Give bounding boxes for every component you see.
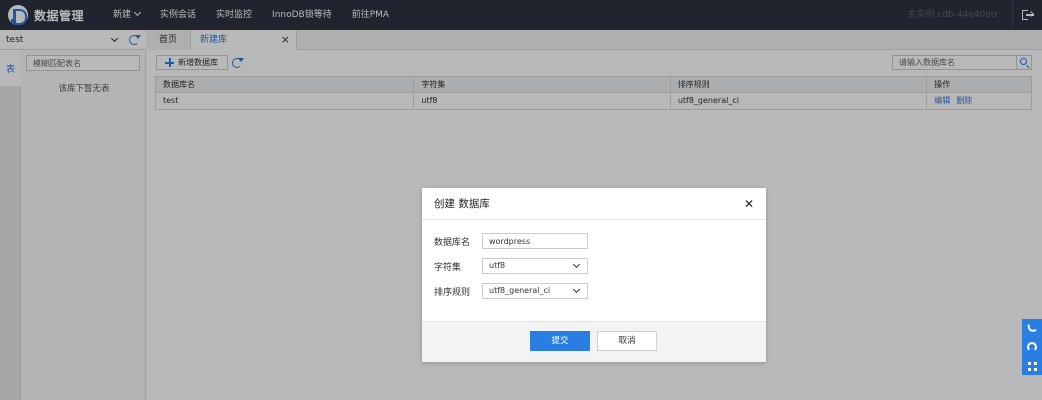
collation-select-value: utf8_general_ci [489, 286, 551, 295]
chevron-down-icon [572, 285, 581, 294]
form-row-collation: 排序规则 utf8_general_ci [434, 283, 588, 299]
qr-code-button[interactable] [1022, 357, 1042, 375]
collation-label: 排序规则 [434, 287, 471, 298]
close-icon[interactable]: ✕ [744, 188, 754, 220]
collation-select[interactable]: utf8_general_ci [482, 283, 588, 299]
db-name-label: 数据库名 [434, 237, 471, 248]
dialog-footer: 提交 取消 [422, 321, 766, 362]
create-database-dialog: 创建 数据库 ✕ 数据库名 字符集 utf8 排序规则 utf8_general… [422, 188, 766, 362]
chevron-down-icon [572, 260, 581, 269]
dialog-title: 创建 数据库 [434, 198, 490, 210]
form-row-db-name: 数据库名 [434, 233, 588, 249]
headset-icon [1027, 342, 1037, 352]
floating-help-bar [1022, 319, 1042, 375]
support-button[interactable] [1022, 338, 1042, 356]
charset-select[interactable]: utf8 [482, 258, 588, 274]
dialog-header: 创建 数据库 ✕ [422, 188, 766, 220]
charset-select-value: utf8 [489, 261, 506, 270]
form-row-charset: 字符集 utf8 [434, 258, 588, 274]
submit-button[interactable]: 提交 [530, 331, 590, 351]
charset-label: 字符集 [434, 262, 462, 273]
cancel-button[interactable]: 取消 [597, 331, 657, 351]
qr-code-icon [1027, 361, 1037, 371]
db-name-input[interactable] [482, 233, 588, 249]
phone-button[interactable] [1022, 319, 1042, 337]
phone-icon [1027, 323, 1037, 333]
